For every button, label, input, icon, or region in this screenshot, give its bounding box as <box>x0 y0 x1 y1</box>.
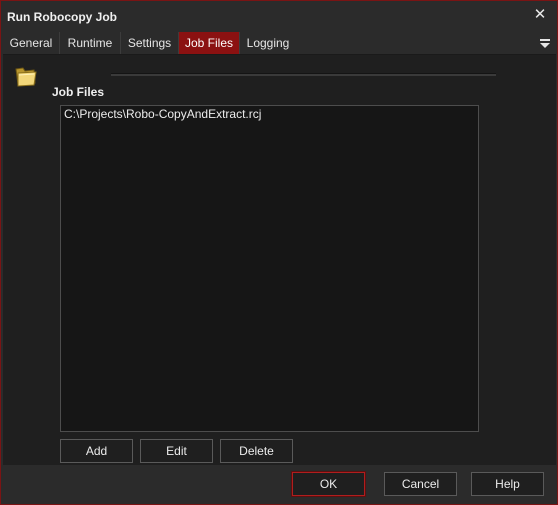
tab-bar: General Runtime Settings Job Files Loggi… <box>3 32 556 55</box>
list-item[interactable]: C:\Projects\Robo-CopyAndExtract.rcj <box>61 106 478 122</box>
dropdown-menu-icon[interactable] <box>538 35 552 51</box>
ok-button[interactable]: OK <box>291 471 366 497</box>
tab-logging[interactable]: Logging <box>240 32 296 54</box>
close-icon[interactable]: ✕ <box>531 6 549 24</box>
header-separator <box>111 73 496 76</box>
delete-button[interactable]: Delete <box>220 439 293 463</box>
job-files-panel: Job Files C:\Projects\Robo-CopyAndExtrac… <box>3 55 556 465</box>
tab-settings[interactable]: Settings <box>121 32 179 54</box>
tab-runtime[interactable]: Runtime <box>60 32 121 54</box>
section-label: Job Files <box>52 85 105 99</box>
help-button[interactable]: Help <box>471 472 544 496</box>
edit-button[interactable]: Edit <box>140 439 213 463</box>
cancel-button[interactable]: Cancel <box>384 472 457 496</box>
folder-icon <box>15 67 37 87</box>
tab-job-files[interactable]: Job Files <box>179 32 240 54</box>
dialog-footer: OK Cancel Help <box>3 465 556 503</box>
add-button[interactable]: Add <box>60 439 133 463</box>
dialog-window: Run Robocopy Job ✕ General Runtime Setti… <box>0 0 558 505</box>
tab-general[interactable]: General <box>3 32 60 54</box>
window-title: Run Robocopy Job <box>7 10 117 24</box>
title-bar[interactable]: Run Robocopy Job ✕ <box>1 1 557 31</box>
job-files-list[interactable]: C:\Projects\Robo-CopyAndExtract.rcj <box>60 105 479 432</box>
